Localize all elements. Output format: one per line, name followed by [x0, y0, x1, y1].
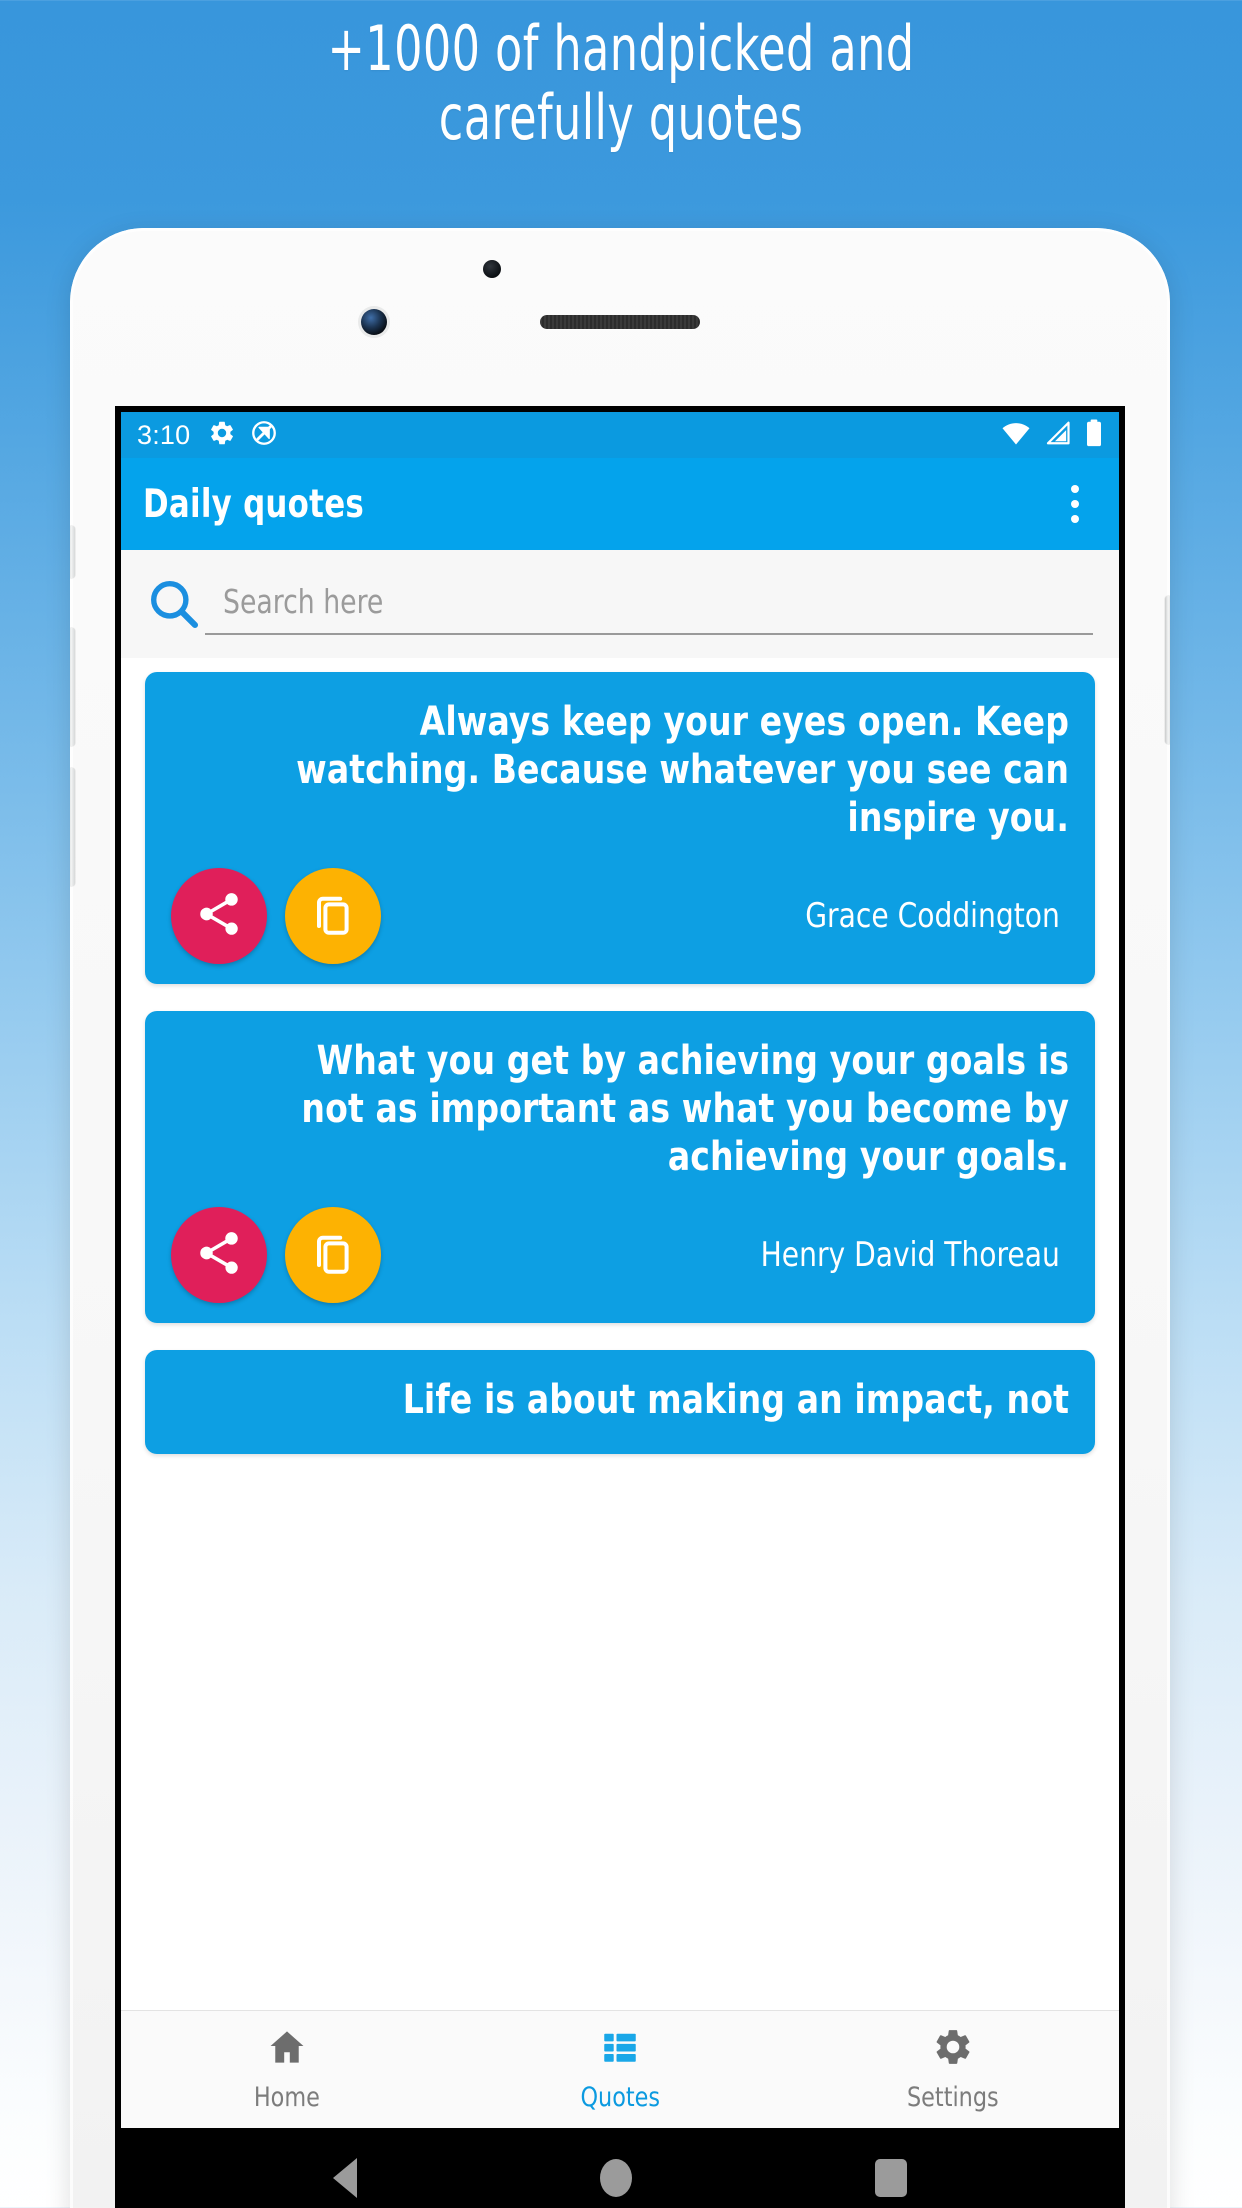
quote-card[interactable]: Life is about making an impact, not [145, 1350, 1095, 1454]
circle-home-icon [599, 2159, 632, 2197]
nav-item-settings[interactable]: Settings [786, 2026, 1119, 2113]
square-recents-icon [875, 2159, 908, 2197]
quote-card-footer: Henry David Thoreau [171, 1207, 1069, 1303]
wifi-icon [1001, 420, 1031, 451]
power-button[interactable] [1165, 596, 1170, 744]
front-camera-icon [361, 309, 387, 335]
quote-list[interactable]: Always keep your eyes open. Keep watchin… [121, 658, 1119, 2010]
volume-up-button[interactable] [70, 628, 75, 746]
copy-icon [309, 1229, 357, 1282]
cellular-signal-icon [1044, 420, 1072, 451]
do-not-disturb-icon [250, 419, 278, 452]
gear-icon [932, 2026, 974, 2073]
nav-item-home[interactable]: Home [121, 2026, 454, 2113]
silent-switch[interactable] [70, 526, 75, 578]
share-button[interactable] [171, 868, 267, 964]
bottom-navigation: Home Quotes Settings [121, 2010, 1119, 2128]
search-input[interactable]: Search here [205, 574, 1093, 635]
share-icon [194, 889, 244, 944]
copy-button[interactable] [285, 868, 381, 964]
quote-card[interactable]: Always keep your eyes open. Keep watchin… [145, 672, 1095, 984]
triangle-back-icon [332, 2158, 357, 2198]
speaker-grille-icon [540, 315, 700, 329]
app-screen: 3:10 Daily quotes Search here Always kee… [121, 412, 1119, 2208]
quote-text: Always keep your eyes open. Keep watchin… [296, 699, 1069, 841]
android-navigation-bar [121, 2128, 1119, 2208]
overflow-menu-icon[interactable] [1053, 477, 1097, 531]
nav-label-settings: Settings [906, 2082, 999, 2113]
quote-author: Grace Coddington [805, 896, 1060, 936]
quote-text: What you get by achieving your goals is … [301, 1038, 1069, 1180]
back-button[interactable] [332, 2158, 357, 2198]
proximity-sensor-icon [483, 260, 501, 278]
phone-screen: 3:10 Daily quotes Search here Always kee… [115, 406, 1125, 2208]
promo-headline: +1000 of handpicked and carefully quotes [124, 14, 1118, 153]
app-bar: Daily quotes [121, 458, 1119, 550]
copy-icon [309, 890, 357, 943]
search-icon [143, 576, 205, 632]
nav-label-quotes: Quotes [580, 2082, 660, 2113]
nav-label-home: Home [254, 2082, 321, 2113]
status-bar-right-icons [1001, 419, 1103, 452]
phone-mockup: 3:10 Daily quotes Search here Always kee… [70, 228, 1170, 2208]
promo-headline-line1: +1000 of handpicked and [327, 12, 915, 85]
home-icon [266, 2026, 308, 2073]
recents-button[interactable] [875, 2159, 908, 2197]
quote-text: Life is about making an impact, not [402, 1377, 1069, 1423]
status-bar: 3:10 [121, 412, 1119, 458]
copy-button[interactable] [285, 1207, 381, 1303]
promo-headline-line2: carefully quotes [438, 81, 804, 155]
status-bar-clock: 3:10 [137, 419, 191, 450]
share-icon [194, 1228, 244, 1283]
list-icon [599, 2026, 641, 2073]
page-title: Daily quotes [143, 481, 365, 527]
nav-item-quotes[interactable]: Quotes [454, 2026, 787, 2113]
quote-card-footer: Grace Coddington [171, 868, 1069, 964]
status-bar-left-icons [208, 419, 278, 452]
home-button[interactable] [599, 2159, 632, 2197]
gear-icon [208, 419, 236, 452]
search-bar[interactable]: Search here [121, 550, 1119, 658]
volume-down-button[interactable] [70, 768, 75, 886]
search-input-placeholder: Search here [223, 581, 384, 621]
battery-icon [1085, 419, 1103, 452]
quote-author: Henry David Thoreau [760, 1235, 1060, 1275]
share-button[interactable] [171, 1207, 267, 1303]
quote-card[interactable]: What you get by achieving your goals is … [145, 1011, 1095, 1323]
